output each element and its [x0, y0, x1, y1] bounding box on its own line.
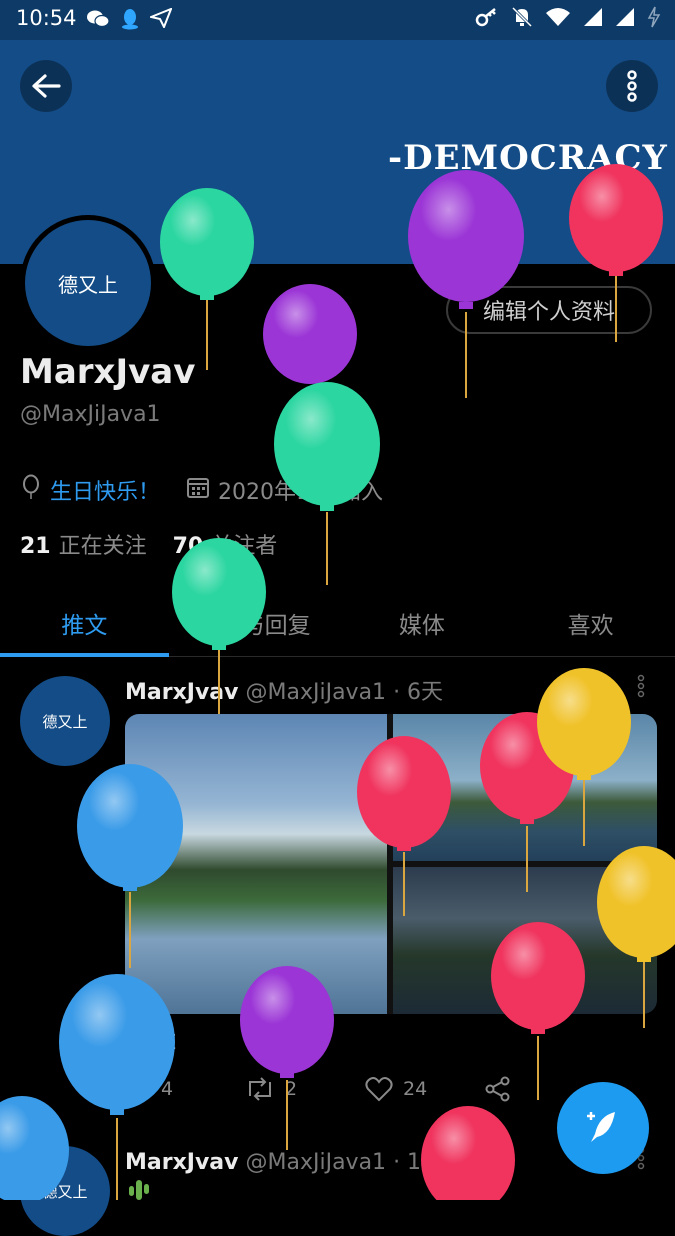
back-arrow-icon [32, 74, 61, 98]
cactus-emoji-icon [125, 1178, 153, 1204]
back-button[interactable] [20, 60, 72, 112]
tab-tweets[interactable]: 推文 [0, 590, 169, 657]
balloon-icon [20, 474, 42, 506]
tab-tweets-replies[interactable]: 推文与回复 [169, 590, 338, 656]
key-icon [475, 6, 499, 32]
qq-icon [120, 8, 140, 35]
tweet-author-name[interactable]: MarxJvav [125, 680, 239, 705]
profile-avatar[interactable]: 德又上 [20, 215, 156, 351]
followers-link[interactable]: 70 关注者 [173, 528, 278, 560]
tweet-image-1[interactable] [125, 714, 387, 1014]
tweet-author-handle: @MaxJiJava1 [245, 1150, 387, 1175]
joined-date: 2020年1月 加入 [218, 480, 383, 505]
followers-label: 关注者 [211, 534, 278, 559]
birthday-link[interactable]: 生日快乐！ [50, 474, 160, 506]
followers-count: 70 [172, 534, 204, 559]
banner-text: -DEMOCRACY [388, 138, 668, 178]
wifi-icon [545, 6, 571, 32]
tweet-avatar[interactable]: 德又上 [20, 1146, 110, 1236]
tweet-time: · 1月11日 [393, 1150, 494, 1175]
tweet-author-name[interactable]: MarxJvav [125, 1150, 239, 1175]
tab-likes[interactable]: 喜欢 [506, 590, 675, 656]
tweet-image-3[interactable] [393, 867, 657, 1014]
share-icon [485, 1076, 510, 1102]
signal-icon [583, 7, 603, 31]
tweet-media-grid [125, 714, 657, 1014]
tweet-avatar[interactable]: 德又上 [20, 676, 110, 766]
following-label: 正在关注 [58, 534, 147, 559]
more-options-button[interactable] [606, 60, 658, 112]
profile-name: MarxJvav [20, 352, 196, 392]
following-count: 21 [20, 534, 51, 559]
profile-handle: @MaxJiJava1 [20, 402, 161, 427]
send-icon [147, 7, 173, 35]
reply-icon [125, 1077, 151, 1102]
retweet-count: 2 [285, 1078, 298, 1100]
balloon-purple-2-icon [263, 284, 357, 460]
like-button[interactable]: 24 [365, 1076, 485, 1102]
tweet-author-handle: @MaxJiJava1 [245, 680, 387, 705]
tweet-menu-button[interactable] [636, 674, 646, 704]
more-vertical-icon [627, 70, 637, 102]
tab-media[interactable]: 媒体 [338, 590, 507, 656]
wechat-icon [86, 8, 110, 35]
signal-2-icon [615, 7, 635, 31]
retweet-icon [249, 1077, 271, 1101]
like-count: 24 [403, 1078, 428, 1100]
compose-feather-icon [587, 1112, 615, 1142]
follow-stats: 21 正在关注 70 关注者 [20, 528, 277, 560]
tweet-header: MarxJvav @MaxJiJava1 · 1月11日 [125, 1144, 493, 1176]
tweet-time: · 6天 [393, 680, 444, 705]
avatar-text: 德又上 [58, 272, 118, 297]
tweet-header: MarxJvav @MaxJiJava1 · 6天 [125, 674, 443, 706]
more-vertical-icon [637, 674, 645, 698]
profile-info-row: 生日快乐！ 2020年1月 加入 [20, 474, 383, 506]
edit-profile-button[interactable]: 编辑个人资料 [446, 286, 652, 334]
tweet-avatar-text: 德又上 [42, 712, 88, 731]
bell-off-icon [511, 6, 533, 32]
tweet-text: CSPE [125, 1030, 177, 1054]
heart-icon [365, 1077, 393, 1102]
tweet-image-2[interactable] [393, 714, 657, 861]
reply-button[interactable]: 4 [125, 1076, 245, 1102]
tweet-avatar-text: 德又上 [42, 1182, 88, 1201]
retweet-button[interactable]: 2 [245, 1076, 365, 1102]
compose-tweet-button[interactable] [557, 1082, 649, 1174]
calendar-icon [186, 475, 210, 505]
reply-count: 4 [161, 1078, 174, 1100]
profile-tabs: 推文 推文与回复 媒体 喜欢 [0, 590, 675, 657]
following-link[interactable]: 21 正在关注 [20, 528, 147, 560]
status-time: 10:54 [16, 6, 77, 30]
battery-icon [647, 6, 661, 32]
status-bar: 10:54 [0, 0, 675, 40]
